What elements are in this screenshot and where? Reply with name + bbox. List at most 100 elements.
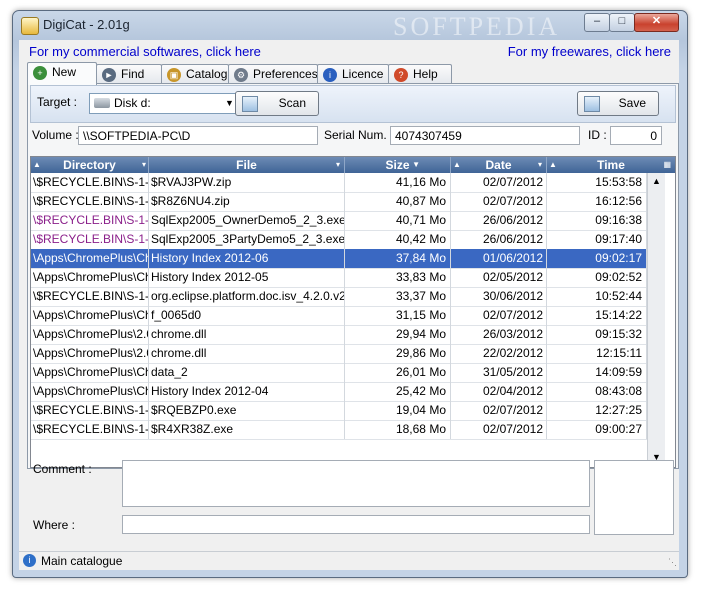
file-cell: $R8Z6NU4.zip <box>149 192 345 211</box>
commercial-softwares-link[interactable]: For my commercial softwares, click here <box>29 44 261 59</box>
size-cell: 29,86 Mo <box>345 344 451 363</box>
column-label: Time <box>597 158 625 172</box>
size-cell: 40,71 Mo <box>345 211 451 230</box>
catalogue-icon: i <box>23 554 36 567</box>
file-cell: $RVAJ3PW.zip <box>149 173 345 192</box>
time-cell: 15:14:22 <box>547 306 647 325</box>
tab-label: Find <box>121 67 145 81</box>
table-row[interactable]: \$RECYCLE.BIN\S-1-5- SqlExp2005_OwnerDemo… <box>31 211 647 231</box>
column-label: Size <box>385 158 410 172</box>
title-bar[interactable]: DigiCat - 2.01g SOFTPEDIA – □ ✕ <box>13 11 687 41</box>
date-cell: 02/07/2012 <box>451 192 547 211</box>
date-cell: 02/07/2012 <box>451 401 547 420</box>
directory-cell: \Apps\ChromePlus\Chro <box>31 306 149 325</box>
table-row[interactable]: \Apps\ChromePlus\2.0. chrome.dll 29,86 Mo 2… <box>31 344 647 364</box>
tab-catalog[interactable]: ▣ Catalog <box>161 64 229 84</box>
file-cell: History Index 2012-04 <box>149 382 345 401</box>
target-label: Target : <box>37 95 78 109</box>
date-cell: 02/07/2012 <box>451 420 547 439</box>
filter-icon: ▾ <box>335 160 340 169</box>
toolbar: Target : Disk d: ▼ Scan Save <box>30 85 676 123</box>
volume-field[interactable]: \\SOFTPEDIA-PC\D <box>78 126 318 145</box>
vertical-scrollbar[interactable]: ▲ ▼ <box>647 173 665 465</box>
column-label: File <box>236 158 257 172</box>
time-cell: 12:15:11 <box>547 344 647 363</box>
target-select[interactable]: Disk d: ▼ <box>89 93 239 114</box>
column-directory[interactable]: ▲ Directory ▾ <box>31 157 149 173</box>
sort-descending-icon: ▼ <box>412 160 420 169</box>
time-cell: 09:15:32 <box>547 325 647 344</box>
column-file[interactable]: File ▾ <box>149 157 345 173</box>
size-cell: 40,87 Mo <box>345 192 451 211</box>
file-cell: SqlExp2005_OwnerDemo5_2_3.exe <box>149 211 345 230</box>
table-row[interactable]: \$RECYCLE.BIN\S-1-5- $R8Z6NU4.zip 40,87 Mo… <box>31 192 647 212</box>
licence-icon: i <box>323 68 337 82</box>
status-bar: i Main catalogue ⋱ <box>19 551 679 570</box>
directory-cell: \Apps\ChromePlus\2.0. <box>31 325 149 344</box>
table-row[interactable]: \$RECYCLE.BIN\S-1-5- $R4XR38Z.exe 18,68 Mo… <box>31 420 647 440</box>
table-row[interactable]: \$RECYCLE.BIN\S-1-5- SqlExp2005_3PartyDem… <box>31 230 647 250</box>
table-row[interactable]: \Apps\ChromePlus\ChroHistory Index 2012-… <box>31 249 647 269</box>
size-cell: 26,01 Mo <box>345 363 451 382</box>
tab-licence[interactable]: i Licence <box>317 64 389 84</box>
serial-field[interactable]: 4074307459 <box>390 126 580 145</box>
size-cell: 19,04 Mo <box>345 401 451 420</box>
time-cell: 12:27:25 <box>547 401 647 420</box>
comment-label: Comment : <box>33 462 92 476</box>
time-cell: 09:00:27 <box>547 420 647 439</box>
id-field[interactable]: 0 <box>610 126 662 145</box>
table-row[interactable]: \Apps\ChromePlus\Chrof_0065d031,15 Mo02/… <box>31 306 647 326</box>
time-cell: 15:53:58 <box>547 173 647 192</box>
column-date[interactable]: ▲ Date ▾ <box>451 157 547 173</box>
file-cell: data_2 <box>149 363 345 382</box>
scan-icon <box>242 96 258 112</box>
column-size[interactable]: Size ▼ <box>345 157 451 173</box>
date-cell: 26/06/2012 <box>451 211 547 230</box>
disk-icon <box>94 98 110 108</box>
date-cell: 02/05/2012 <box>451 268 547 287</box>
tab-find[interactable]: ► Find <box>96 64 162 84</box>
close-button[interactable]: ✕ <box>634 13 679 32</box>
tab-help[interactable]: ? Help <box>388 64 452 84</box>
column-label: Directory <box>63 158 116 172</box>
file-cell: chrome.dll <box>149 325 345 344</box>
tab-label: Catalog <box>186 67 228 81</box>
directory-cell: \Apps\ChromePlus\Chro <box>31 249 149 268</box>
help-icon: ? <box>394 68 408 82</box>
file-cell: History Index 2012-06 <box>149 249 345 268</box>
directory-cell: \$RECYCLE.BIN\S-1-5- <box>31 230 149 249</box>
size-cell: 31,15 Mo <box>345 306 451 325</box>
scan-button[interactable]: Scan <box>235 91 319 116</box>
table-row[interactable]: \$RECYCLE.BIN\S-1-5- $RVAJ3PW.zip 41,16 Mo… <box>31 173 647 193</box>
minimize-button[interactable]: – <box>584 13 610 32</box>
table-row[interactable]: \$RECYCLE.BIN\S-1-5- $RQEBZP0.exe 19,04 Mo… <box>31 401 647 421</box>
where-field[interactable] <box>122 515 590 534</box>
table-row[interactable]: \Apps\ChromePlus\Chrodata_226,01 Mo31/05… <box>31 363 647 383</box>
tab-new[interactable]: + New <box>27 62 97 85</box>
column-time[interactable]: ▲ Time ▦ <box>547 157 675 173</box>
scroll-up-icon[interactable]: ▲ <box>649 173 664 189</box>
tab-label: Licence <box>342 67 384 81</box>
save-label: Save <box>618 96 646 110</box>
sort-icon: ▲ <box>33 160 41 169</box>
directory-cell: \$RECYCLE.BIN\S-1-5- <box>31 287 149 306</box>
resize-grip-icon[interactable]: ⋱ <box>668 557 677 568</box>
size-cell: 40,42 Mo <box>345 230 451 249</box>
tab-preferences[interactable]: ⚙ Preferences <box>228 64 318 84</box>
table-row[interactable]: \Apps\ChromePlus\ChroHistory Index 2012-… <box>31 268 647 288</box>
table-row[interactable]: \Apps\ChromePlus\2.0. chrome.dll 29,94 Mo 2… <box>31 325 647 345</box>
column-label: Date <box>485 158 512 172</box>
table-row[interactable]: \$RECYCLE.BIN\S-1-5- org.eclipse.platform… <box>31 287 647 307</box>
freewares-link[interactable]: For my freewares, click here <box>508 44 671 59</box>
table-row[interactable]: \Apps\ChromePlus\ChroHistory Index 2012-… <box>31 382 647 402</box>
column-chooser-icon: ▦ <box>663 160 671 169</box>
file-cell: $RQEBZP0.exe <box>149 401 345 420</box>
maximize-button[interactable]: □ <box>609 13 635 32</box>
directory-cell: \Apps\ChromePlus\2.0. <box>31 344 149 363</box>
file-cell: $R4XR38Z.exe <box>149 420 345 439</box>
tab-label: Preferences <box>253 67 318 81</box>
file-cell: f_0065d0 <box>149 306 345 325</box>
comment-textarea[interactable] <box>122 460 590 507</box>
file-cell: SqlExp2005_3PartyDemo5_2_3.exe <box>149 230 345 249</box>
save-button[interactable]: Save <box>577 91 659 116</box>
